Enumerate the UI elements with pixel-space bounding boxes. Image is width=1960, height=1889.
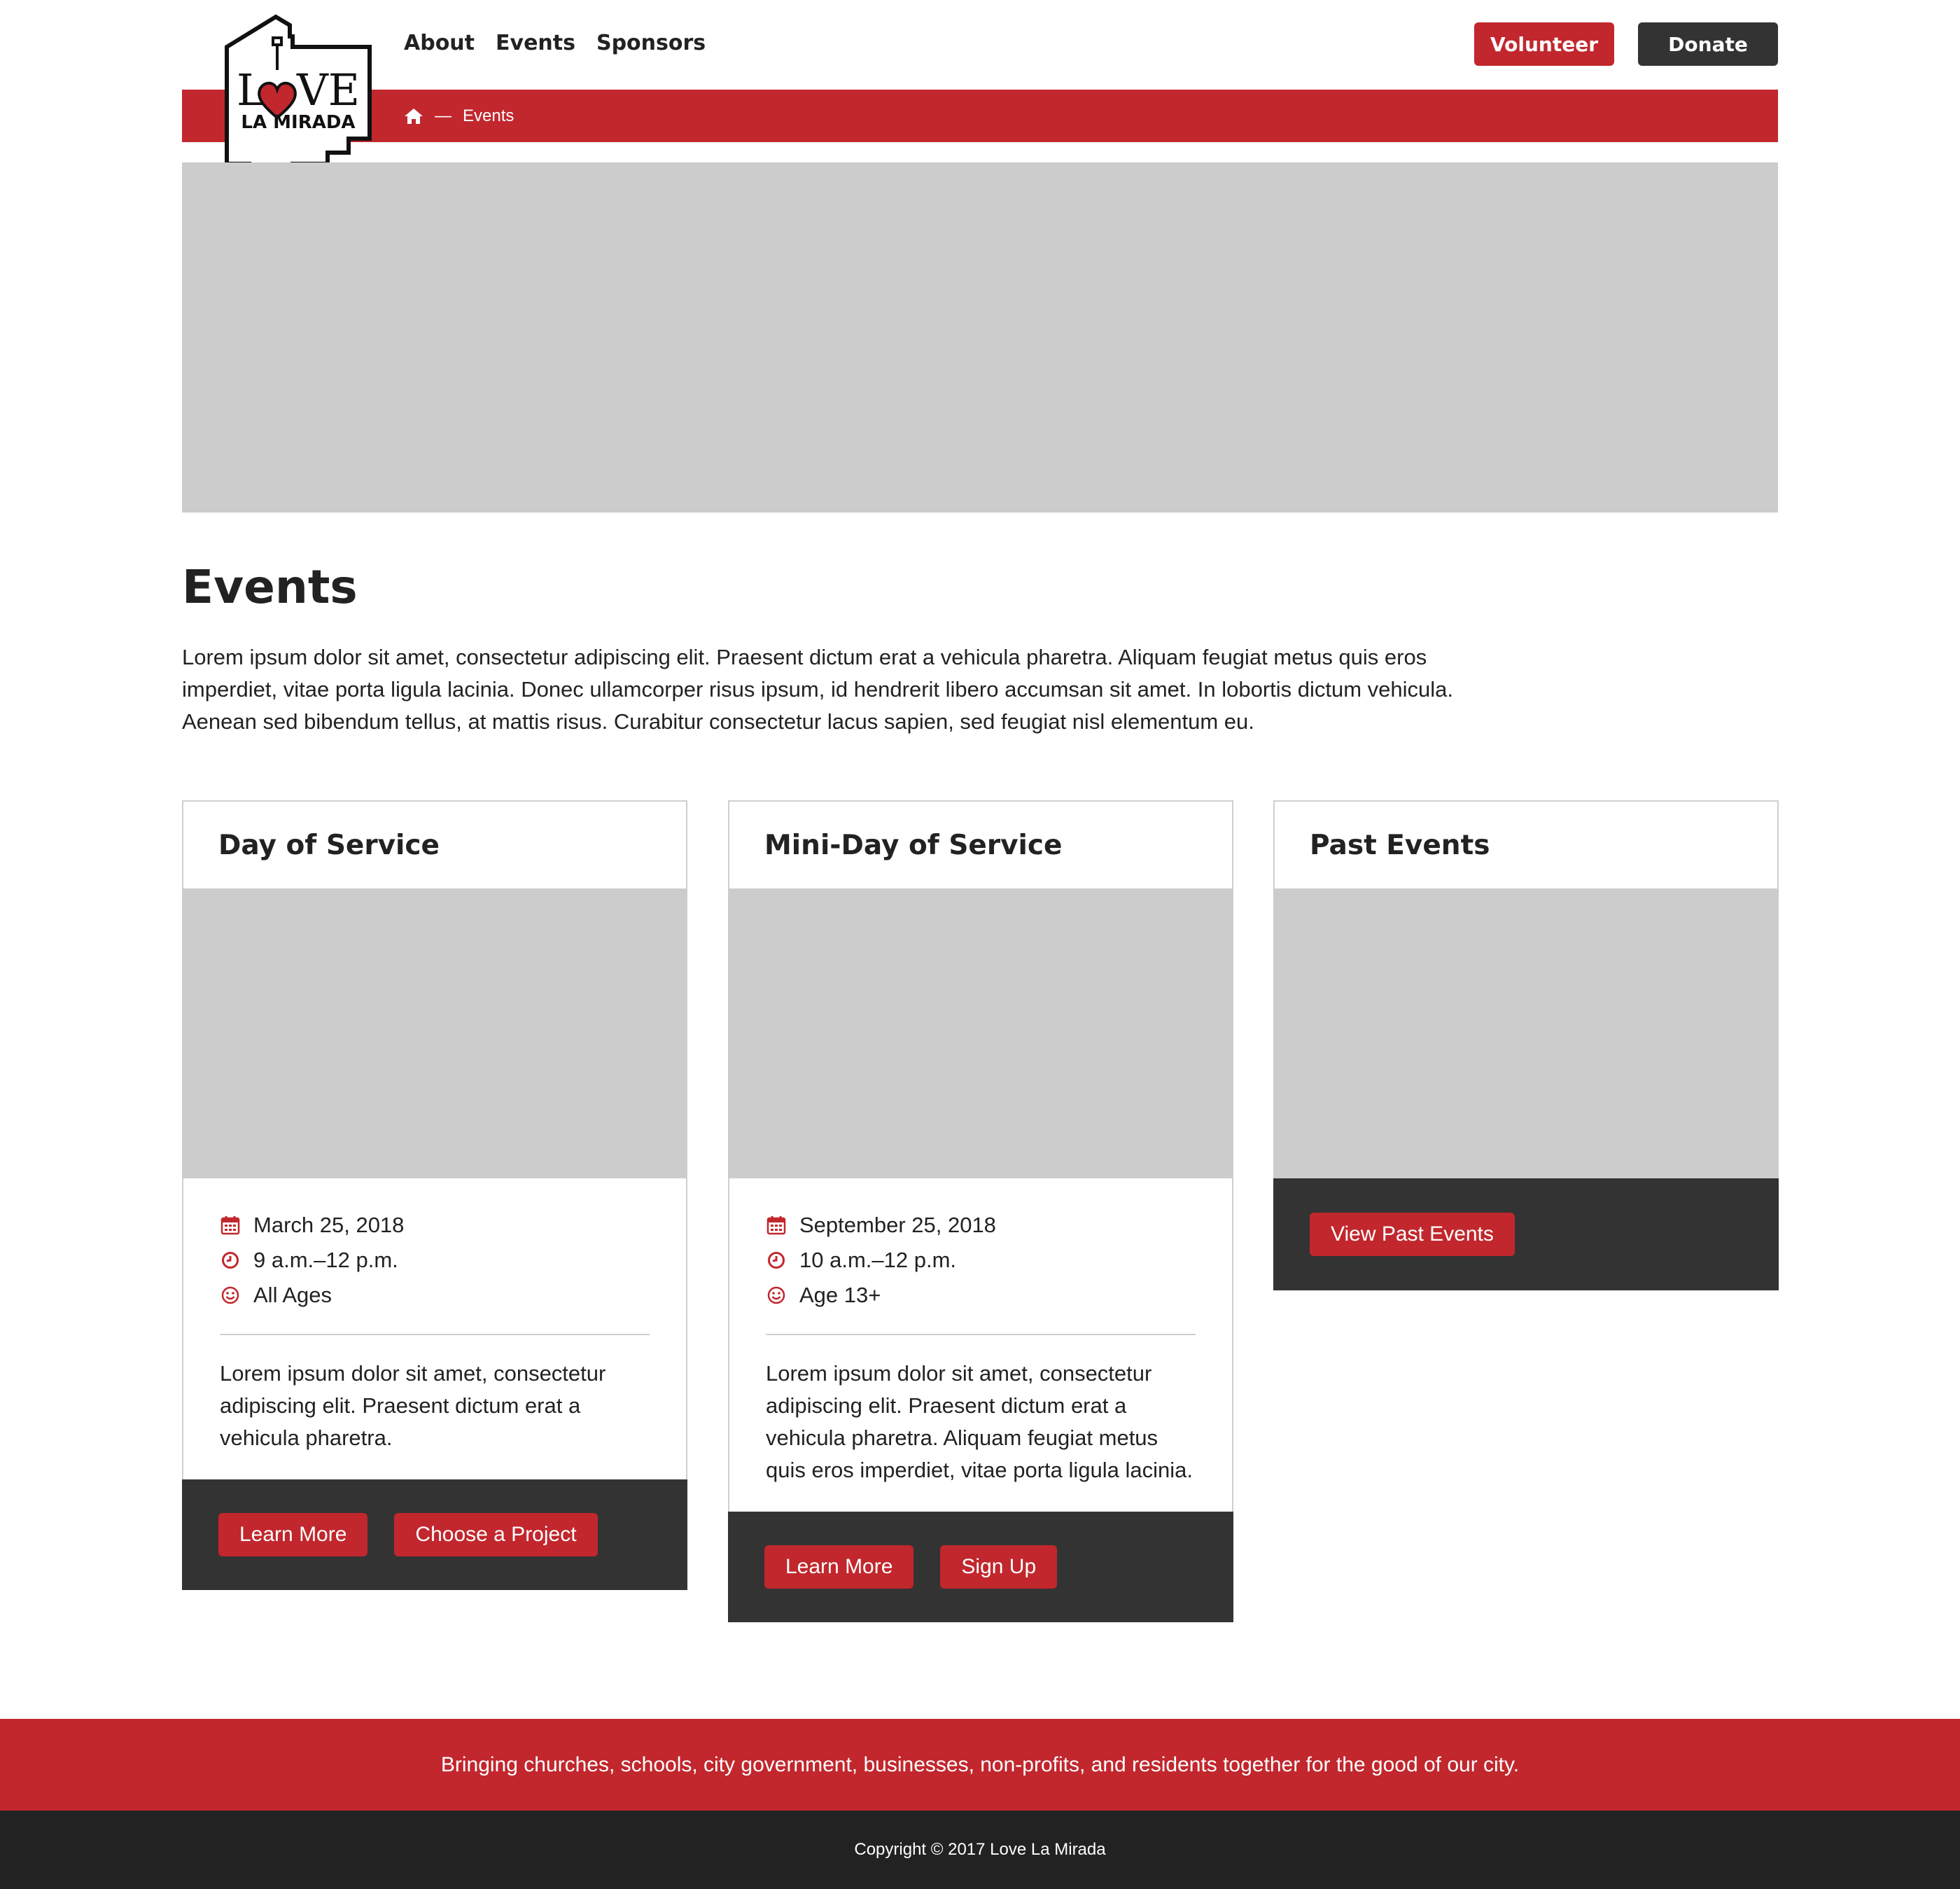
volunteer-button[interactable]: Volunteer — [1474, 22, 1614, 66]
card-title: Day of Service — [218, 829, 440, 861]
event-time-text: 10 a.m.–12 p.m. — [799, 1248, 957, 1272]
calendar-icon — [766, 1215, 787, 1236]
event-date: September 25, 2018 — [766, 1208, 1196, 1243]
event-date: March 25, 2018 — [220, 1208, 650, 1243]
sign-up-button[interactable]: Sign Up — [940, 1545, 1058, 1589]
divider — [220, 1334, 650, 1335]
event-meta: March 25, 2018 9 a.m.–12 p.m. All Ages — [220, 1208, 650, 1313]
choose-a-project-button[interactable]: Choose a Project — [394, 1513, 598, 1556]
card-body: September 25, 2018 10 a.m.–12 p.m. Age 1… — [729, 1178, 1232, 1512]
event-time: 9 a.m.–12 p.m. — [220, 1243, 650, 1278]
event-card-mini-day-of-service: Mini-Day of Service September 25, 2018 1… — [728, 800, 1233, 1622]
page-title: Events — [182, 560, 358, 614]
event-time: 10 a.m.–12 p.m. — [766, 1243, 1196, 1278]
event-ages: All Ages — [220, 1278, 650, 1313]
learn-more-button[interactable]: Learn More — [218, 1513, 368, 1556]
card-title: Mini-Day of Service — [764, 829, 1063, 861]
home-icon[interactable] — [404, 107, 424, 125]
event-ages-text: All Ages — [253, 1283, 332, 1307]
card-footer: Learn More Choose a Project — [182, 1479, 687, 1590]
learn-more-button[interactable]: Learn More — [764, 1545, 914, 1589]
main-nav: About Events Sponsors — [404, 31, 706, 55]
donate-button[interactable]: Donate — [1638, 22, 1778, 66]
hero-image — [182, 162, 1778, 513]
footer-tagline: Bringing churches, schools, city governm… — [0, 1719, 1960, 1811]
calendar-icon — [220, 1215, 241, 1236]
card-description: Lorem ipsum dolor sit amet, consectetur … — [766, 1361, 1193, 1482]
card-image — [182, 888, 687, 1178]
breadcrumb-separator: — — [435, 106, 451, 125]
footer-copyright: Copyright © 2017 Love La Mirada — [0, 1811, 1960, 1889]
card-footer: View Past Events — [1273, 1178, 1779, 1290]
event-ages: Age 13+ — [766, 1278, 1196, 1313]
event-meta: September 25, 2018 10 a.m.–12 p.m. Age 1… — [766, 1208, 1196, 1313]
event-ages-text: Age 13+ — [799, 1283, 881, 1307]
card-image — [1273, 888, 1779, 1178]
card-title: Past Events — [1310, 829, 1490, 861]
breadcrumb: — Events — [404, 90, 514, 142]
clock-icon — [220, 1250, 241, 1271]
logo-text-la-mirada: LA MIRADA — [241, 112, 355, 133]
view-past-events-button[interactable]: View Past Events — [1310, 1213, 1515, 1256]
clock-icon — [766, 1250, 787, 1271]
card-image — [728, 888, 1233, 1178]
event-card-day-of-service: Day of Service March 25, 2018 9 a.m.–12 … — [182, 800, 687, 1590]
logo-text-ve: VE — [296, 64, 360, 116]
breadcrumb-bar: — Events — [182, 90, 1778, 142]
event-time-text: 9 a.m.–12 p.m. — [253, 1248, 398, 1272]
breadcrumb-current: Events — [463, 106, 514, 125]
event-date-text: March 25, 2018 — [253, 1213, 405, 1237]
event-card-past-events: Past Events View Past Events — [1273, 800, 1779, 1290]
nav-item-about[interactable]: About — [404, 31, 475, 55]
logo[interactable]: L VE LA MIRADA — [221, 14, 375, 179]
smiley-icon — [220, 1285, 241, 1306]
nav-item-events[interactable]: Events — [496, 31, 575, 55]
card-footer: Learn More Sign Up — [728, 1512, 1233, 1622]
card-description: Lorem ipsum dolor sit amet, consectetur … — [220, 1361, 606, 1450]
smiley-icon — [766, 1285, 787, 1306]
nav-item-sponsors[interactable]: Sponsors — [596, 31, 706, 55]
card-body: March 25, 2018 9 a.m.–12 p.m. All Ages L… — [183, 1178, 686, 1479]
divider — [766, 1334, 1196, 1335]
intro-paragraph: Lorem ipsum dolor sit amet, consectetur … — [182, 645, 1454, 734]
event-date-text: September 25, 2018 — [799, 1213, 996, 1237]
